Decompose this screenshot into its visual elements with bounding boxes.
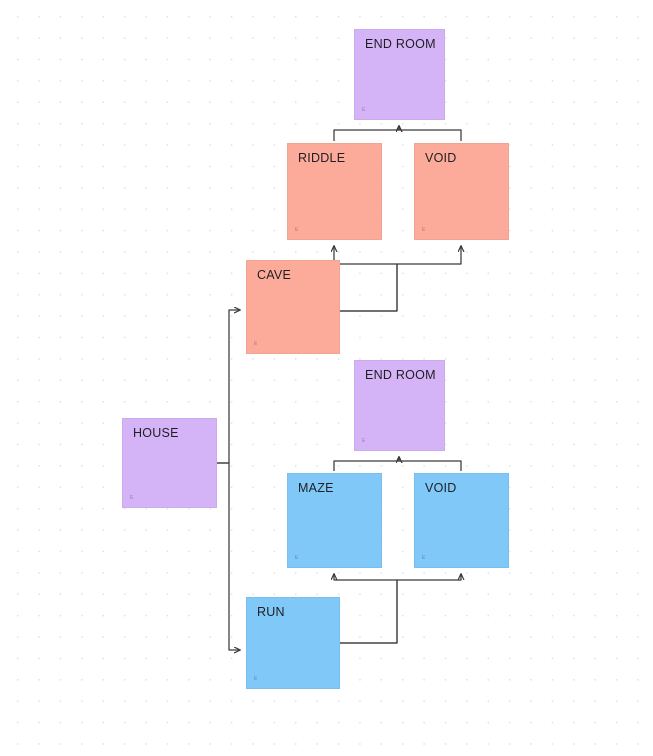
edge-house-to-run xyxy=(217,462,240,650)
node-maze[interactable]: MAZE E xyxy=(287,473,382,568)
node-label: RIDDLE xyxy=(298,151,346,165)
node-label: CAVE xyxy=(257,268,292,282)
node-label: HOUSE xyxy=(133,426,179,440)
diagram-canvas[interactable]: END ROOM E RIDDLE E VOID E CAVE E END RO… xyxy=(0,0,653,756)
node-riddle[interactable]: RIDDLE E xyxy=(287,143,382,240)
edge-cave-to-void-top xyxy=(340,246,461,312)
edge-run-to-maze xyxy=(334,574,398,644)
node-label: VOID xyxy=(425,151,457,165)
edge-void-bottom-to-end-room-bottom xyxy=(399,457,462,471)
node-badge: E xyxy=(362,107,366,113)
node-label: END ROOM xyxy=(365,37,436,51)
node-label: VOID xyxy=(425,481,457,495)
edge-void-top-to-end-room-top xyxy=(399,126,462,141)
node-void-bottom[interactable]: VOID E xyxy=(414,473,509,568)
node-badge: E xyxy=(422,555,426,561)
node-end-room-bottom[interactable]: END ROOM E xyxy=(354,360,445,451)
edge-cave-to-riddle xyxy=(334,246,398,312)
edge-maze-to-end-room-bottom xyxy=(333,457,399,471)
node-house[interactable]: HOUSE E xyxy=(122,418,217,508)
node-badge: E xyxy=(422,227,426,233)
node-badge: E xyxy=(254,341,258,347)
node-badge: E xyxy=(362,438,366,444)
node-badge: E xyxy=(130,495,134,501)
edge-house-to-cave xyxy=(217,310,240,464)
edge-riddle-to-end-room-top xyxy=(333,126,399,141)
node-badge: E xyxy=(295,555,299,561)
node-cave[interactable]: CAVE E xyxy=(246,260,340,354)
node-void-top[interactable]: VOID E xyxy=(414,143,509,240)
node-label: MAZE xyxy=(298,481,334,495)
node-label: RUN xyxy=(257,605,285,619)
node-run[interactable]: RUN E xyxy=(246,597,340,689)
node-badge: E xyxy=(254,676,258,682)
node-end-room-top[interactable]: END ROOM E xyxy=(354,29,445,120)
edge-run-to-void-bottom xyxy=(340,574,461,644)
node-label: END ROOM xyxy=(365,368,436,382)
node-badge: E xyxy=(295,227,299,233)
